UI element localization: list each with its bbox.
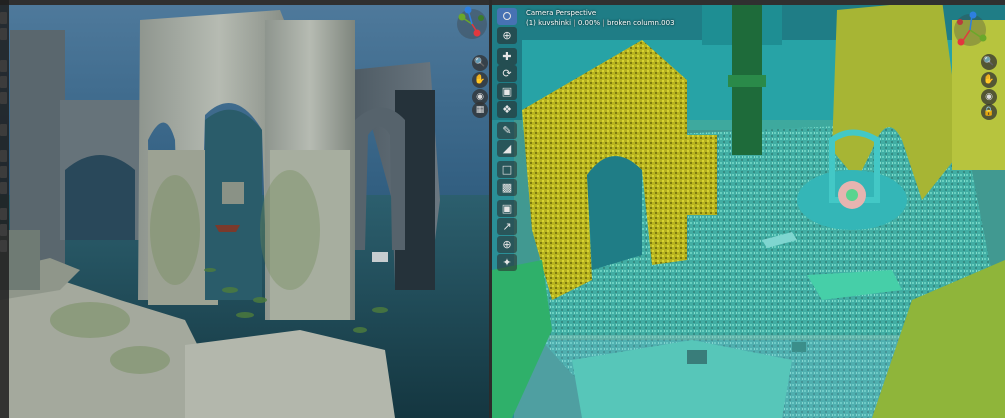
toolbar-tool[interactable] <box>0 240 7 252</box>
cursor-icon[interactable]: ⊕ <box>497 27 517 44</box>
lock-icon[interactable]: 🔒 <box>981 104 997 120</box>
zoom-icon[interactable]: 🔍 <box>472 55 488 71</box>
hand-icon[interactable]: ✋ <box>981 72 997 88</box>
toolbar-tool[interactable] <box>0 12 7 24</box>
loopcut-icon[interactable]: ⊕ <box>497 236 517 253</box>
add-cube-icon[interactable]: □ <box>497 161 517 178</box>
toolbar-tool[interactable] <box>0 60 7 72</box>
toolbar-tool[interactable] <box>0 208 7 220</box>
left-toolbar <box>0 0 9 418</box>
measure-icon[interactable]: ◢ <box>497 140 517 157</box>
rendered-ruins-scene <box>0 0 489 418</box>
selection-ruins-scene <box>492 0 1005 418</box>
camera-icon[interactable]: ◉ <box>981 89 997 105</box>
object-info-line: (1) kuvshinki | 0.00% | broken column.00… <box>526 19 675 27</box>
view-name-label: Camera Perspective <box>526 9 597 17</box>
zoom-icon[interactable]: 🔍 <box>981 54 997 70</box>
left-viewport[interactable]: 🔍 ✋ ◉ ▦ <box>0 0 489 418</box>
annotate-icon[interactable]: ✎ <box>497 122 517 139</box>
transform-icon[interactable]: ❖ <box>497 101 517 118</box>
inset-icon[interactable]: ▣ <box>497 200 517 217</box>
toolbar-tool[interactable] <box>0 124 7 136</box>
right-header-strip <box>492 0 1005 5</box>
progress-value: 0.00% <box>577 19 601 27</box>
toolbar-tool[interactable] <box>0 76 7 88</box>
left-header-strip <box>0 0 489 5</box>
grid-icon[interactable]: ▦ <box>472 102 488 118</box>
toolbar-tool[interactable] <box>0 150 7 162</box>
scale-icon[interactable]: ▣ <box>497 83 517 100</box>
bevel-icon[interactable]: ↗ <box>497 218 517 235</box>
toolbar-tool[interactable] <box>0 224 7 236</box>
extrude-icon[interactable]: ▩ <box>497 179 517 196</box>
active-object-name: broken column.003 <box>606 19 675 27</box>
right-viewport[interactable]: Camera Perspective (1) kuvshinki | 0.00%… <box>492 0 1005 418</box>
toolbar-tool[interactable] <box>0 166 7 178</box>
rotate-icon[interactable]: ⟳ <box>497 65 517 82</box>
toolbar-tool[interactable] <box>0 182 7 194</box>
frame-number: (1) <box>526 19 536 27</box>
collection-name: kuvshinki <box>538 19 572 27</box>
select-box-icon[interactable]: ⭘ <box>497 8 517 25</box>
knife-icon[interactable]: ✦ <box>497 254 517 271</box>
hand-icon[interactable]: ✋ <box>472 72 488 88</box>
toolbar-tool[interactable] <box>0 92 7 104</box>
toolbar-tool[interactable] <box>0 28 7 40</box>
move-icon[interactable]: ✚ <box>497 48 517 65</box>
